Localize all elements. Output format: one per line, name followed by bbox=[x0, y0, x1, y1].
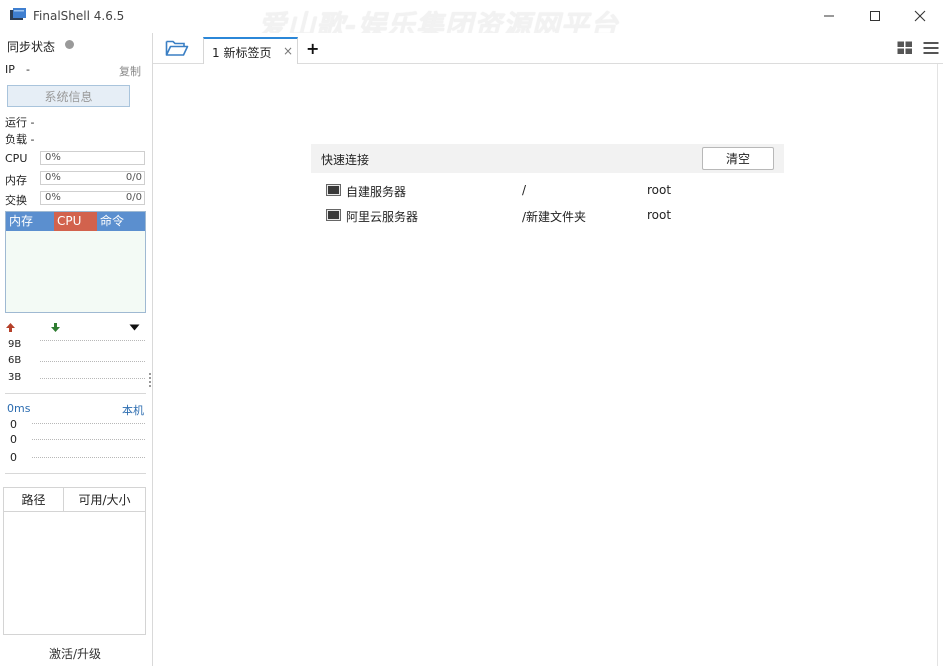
server-path: / bbox=[522, 183, 527, 197]
server-user: root bbox=[647, 208, 672, 222]
swap-label: 交换 bbox=[5, 194, 27, 207]
upload-arrow-icon bbox=[6, 323, 15, 332]
app-title: FinalShell 4.6.5 bbox=[33, 9, 125, 23]
server-name: 自建服务器 bbox=[346, 185, 407, 199]
ip-value: - bbox=[26, 63, 30, 76]
quick-connect-item[interactable]: 阿里云服务器 /新建文件夹 root bbox=[326, 205, 786, 227]
tab-label: 1 新标签页 bbox=[212, 46, 272, 60]
close-icon bbox=[914, 10, 926, 22]
ping-host[interactable]: 本机 bbox=[122, 402, 144, 418]
ping-latency: 0ms bbox=[7, 402, 31, 415]
maximize-icon bbox=[870, 11, 880, 21]
ping-value-2: 0 bbox=[10, 433, 17, 446]
tab-bar: 1 新标签页 × + bbox=[153, 33, 943, 64]
process-col-command[interactable]: 命令 bbox=[97, 212, 145, 231]
server-user: root bbox=[647, 183, 672, 197]
finalshell-logo-icon bbox=[10, 8, 26, 20]
cpu-percent: 0% bbox=[45, 152, 61, 163]
ping-graph: 0 0 0 bbox=[5, 417, 146, 474]
memory-label: 内存 bbox=[5, 174, 27, 187]
process-table[interactable]: 内存 CPU 命令 bbox=[5, 211, 146, 313]
net-label-3b: 3B bbox=[8, 372, 22, 383]
clear-button[interactable]: 清空 bbox=[702, 147, 774, 170]
sync-status-label: 同步状态 bbox=[7, 40, 56, 54]
network-graph: 9B 6B 3B bbox=[5, 333, 146, 394]
main-scrollbar[interactable] bbox=[937, 64, 943, 666]
sidebar-panel: 同步状态 IP - 复制 系统信息 运行 - 负载 - CPU 0% 内存 0%… bbox=[0, 33, 153, 666]
load-label: 负载 - bbox=[5, 133, 35, 146]
uptime-label: 运行 - bbox=[5, 116, 35, 129]
cpu-meter: 0% bbox=[40, 151, 145, 165]
net-label-9b: 9B bbox=[8, 339, 22, 350]
menu-icon[interactable] bbox=[923, 41, 939, 55]
server-path: /新建文件夹 bbox=[522, 210, 587, 224]
swap-percent: 0% bbox=[45, 192, 61, 203]
swap-amount: 0/0 bbox=[125, 192, 142, 203]
net-label-6b: 6B bbox=[8, 355, 22, 366]
ping-value-1: 0 bbox=[10, 418, 17, 431]
swap-meter: 0% 0/0 bbox=[40, 191, 145, 205]
cpu-label: CPU bbox=[5, 152, 28, 165]
activate-upgrade-link[interactable]: 激活/升级 bbox=[0, 645, 150, 662]
disk-col-available[interactable]: 可用/大小 bbox=[64, 488, 145, 512]
minimize-button[interactable] bbox=[806, 0, 852, 32]
ip-label: IP bbox=[5, 63, 15, 76]
memory-amount: 0/0 bbox=[125, 172, 142, 183]
sync-status-indicator bbox=[65, 40, 74, 49]
close-button[interactable] bbox=[897, 0, 943, 32]
memory-meter: 0% 0/0 bbox=[40, 171, 145, 185]
disk-col-path[interactable]: 路径 bbox=[4, 488, 64, 512]
server-name: 阿里云服务器 bbox=[346, 210, 419, 224]
process-col-memory[interactable]: 内存 bbox=[6, 212, 54, 231]
download-arrow-icon bbox=[51, 323, 60, 332]
quick-connect-header: 快速连接 清空 bbox=[311, 144, 784, 173]
tab-new-tab[interactable]: 1 新标签页 × bbox=[203, 37, 298, 64]
memory-percent: 0% bbox=[45, 172, 61, 183]
terminal-icon bbox=[326, 209, 341, 221]
title-bar: FinalShell 4.6.5 爱山歌-娱乐集团资源网平台 bbox=[0, 0, 943, 42]
terminal-icon bbox=[326, 184, 341, 196]
add-tab-button[interactable]: + bbox=[306, 39, 319, 58]
network-interface-dropdown-icon[interactable] bbox=[129, 324, 140, 331]
quick-connect-title: 快速连接 bbox=[321, 153, 370, 167]
disk-table[interactable]: 路径 可用/大小 bbox=[3, 487, 146, 635]
layout-grid-icon[interactable] bbox=[897, 41, 913, 55]
open-folder-icon[interactable] bbox=[165, 39, 189, 57]
ping-value-3: 0 bbox=[10, 451, 17, 464]
maximize-button[interactable] bbox=[852, 0, 898, 32]
copy-ip-link[interactable]: 复制 bbox=[119, 63, 141, 79]
panel-resize-grip[interactable] bbox=[149, 373, 151, 387]
process-col-cpu[interactable]: CPU bbox=[54, 212, 97, 231]
minimize-icon bbox=[824, 15, 834, 17]
quick-connect-item[interactable]: 自建服务器 / root bbox=[326, 180, 786, 202]
system-info-button[interactable]: 系统信息 bbox=[7, 85, 130, 107]
tab-close-icon[interactable]: × bbox=[283, 44, 293, 58]
